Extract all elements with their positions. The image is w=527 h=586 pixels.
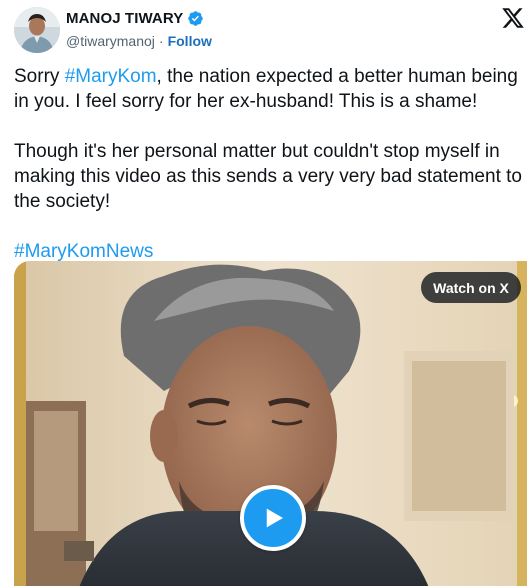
avatar-image	[14, 7, 60, 53]
author-name-row: MANOJ TIWARY	[66, 10, 204, 27]
verified-badge-icon	[187, 10, 204, 27]
follow-button[interactable]: Follow	[168, 33, 212, 49]
separator-dot: ·	[158, 33, 164, 49]
watch-on-x-button[interactable]: Watch on X	[421, 272, 521, 303]
author-display-name[interactable]: MANOJ TIWARY	[66, 10, 183, 27]
author-handle-row: @tiwarymanoj · Follow	[66, 33, 212, 49]
play-icon[interactable]	[240, 485, 306, 551]
avatar[interactable]	[14, 7, 60, 53]
hashtag-marykomnews[interactable]: #MaryKomNews	[14, 241, 153, 262]
author-handle[interactable]: @tiwarymanoj	[66, 33, 155, 49]
tweet-card: MANOJ TIWARY @tiwarymanoj · Follow Sorry…	[0, 0, 527, 586]
tweet-text-segment: Sorry	[14, 66, 65, 87]
hashtag-marykom[interactable]: #MaryKom	[65, 66, 157, 87]
tweet-paragraph-2: Though it's her personal matter but coul…	[14, 141, 522, 212]
tweet-text: Sorry #MaryKom, the nation expected a be…	[14, 64, 524, 289]
tweet-paragraph-1: Sorry #MaryKom, the nation expected a be…	[14, 64, 524, 114]
x-logo-icon[interactable]	[501, 6, 525, 30]
